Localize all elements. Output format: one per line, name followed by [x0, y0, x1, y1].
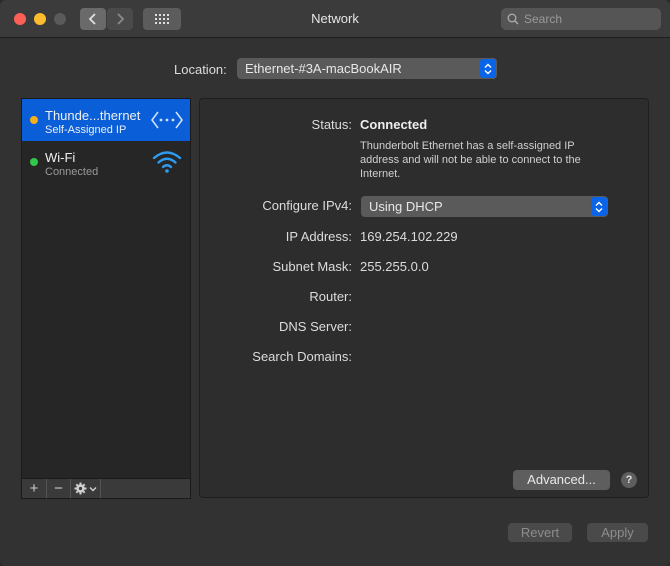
chevron-down-icon — [89, 486, 97, 491]
service-item-wifi[interactable]: Wi-Fi Connected — [22, 141, 190, 183]
ip-address-label: IP Address: — [285, 229, 352, 244]
service-status: Connected — [45, 166, 99, 178]
status-dot-yellow — [30, 116, 38, 124]
service-list: Thunde...thernet Self-Assigned IP Wi-Fi … — [21, 98, 191, 479]
location-select[interactable]: Ethernet-#3A-macBookAIR — [237, 58, 497, 79]
dns-server-label: DNS Server: — [279, 319, 352, 334]
service-name: Thunde...thernet — [45, 108, 141, 123]
title-bar: Network — [0, 0, 670, 38]
advanced-button[interactable]: Advanced... — [513, 470, 610, 490]
remove-service-button[interactable]: − — [47, 479, 71, 498]
configure-ipv4-label: Configure IPv4: — [262, 198, 352, 213]
configure-ipv4-select[interactable]: Using DHCP — [361, 196, 608, 217]
service-name: Wi-Fi — [45, 150, 76, 165]
service-list-toolbar: + − — [21, 479, 191, 499]
configure-ipv4-value: Using DHCP — [369, 199, 443, 214]
service-detail-panel: Status: Connected Thunderbolt Ethernet h… — [199, 98, 649, 498]
location-stepper[interactable] — [480, 59, 496, 78]
gear-icon — [74, 482, 87, 495]
apply-button[interactable]: Apply — [587, 523, 648, 542]
status-value: Connected — [360, 117, 428, 132]
search-domains-label: Search Domains: — [252, 349, 352, 364]
service-item-thunderbolt-ethernet[interactable]: Thunde...thernet Self-Assigned IP — [22, 99, 190, 141]
action-menu-button[interactable] — [71, 479, 101, 498]
configure-ipv4-stepper[interactable] — [591, 197, 607, 216]
ip-address-value: 169.254.102.229 — [360, 229, 458, 244]
status-dot-green — [30, 158, 38, 166]
wifi-icon — [152, 151, 182, 173]
network-window: Network Location: Ethernet-#3A-macBookAI… — [0, 0, 670, 566]
status-label: Status: — [311, 117, 352, 132]
subnet-mask-value: 255.255.0.0 — [360, 259, 429, 274]
up-down-chevron-icon — [595, 201, 603, 212]
location-value: Ethernet-#3A-macBookAIR — [245, 61, 402, 76]
search-field[interactable] — [501, 8, 661, 30]
help-button[interactable]: ? — [621, 472, 637, 488]
add-service-button[interactable]: + — [22, 479, 47, 498]
location-label: Location: — [174, 62, 227, 77]
subnet-mask-label: Subnet Mask: — [272, 259, 353, 274]
search-input[interactable] — [524, 12, 654, 26]
up-down-chevron-icon — [484, 63, 492, 74]
status-description: Thunderbolt Ethernet has a self-assigned… — [360, 140, 581, 180]
router-label: Router: — [309, 289, 352, 304]
ethernet-arrows-icon — [151, 111, 183, 129]
revert-button[interactable]: Revert — [508, 523, 572, 542]
service-status: Self-Assigned IP — [45, 124, 127, 136]
search-icon — [507, 13, 519, 25]
